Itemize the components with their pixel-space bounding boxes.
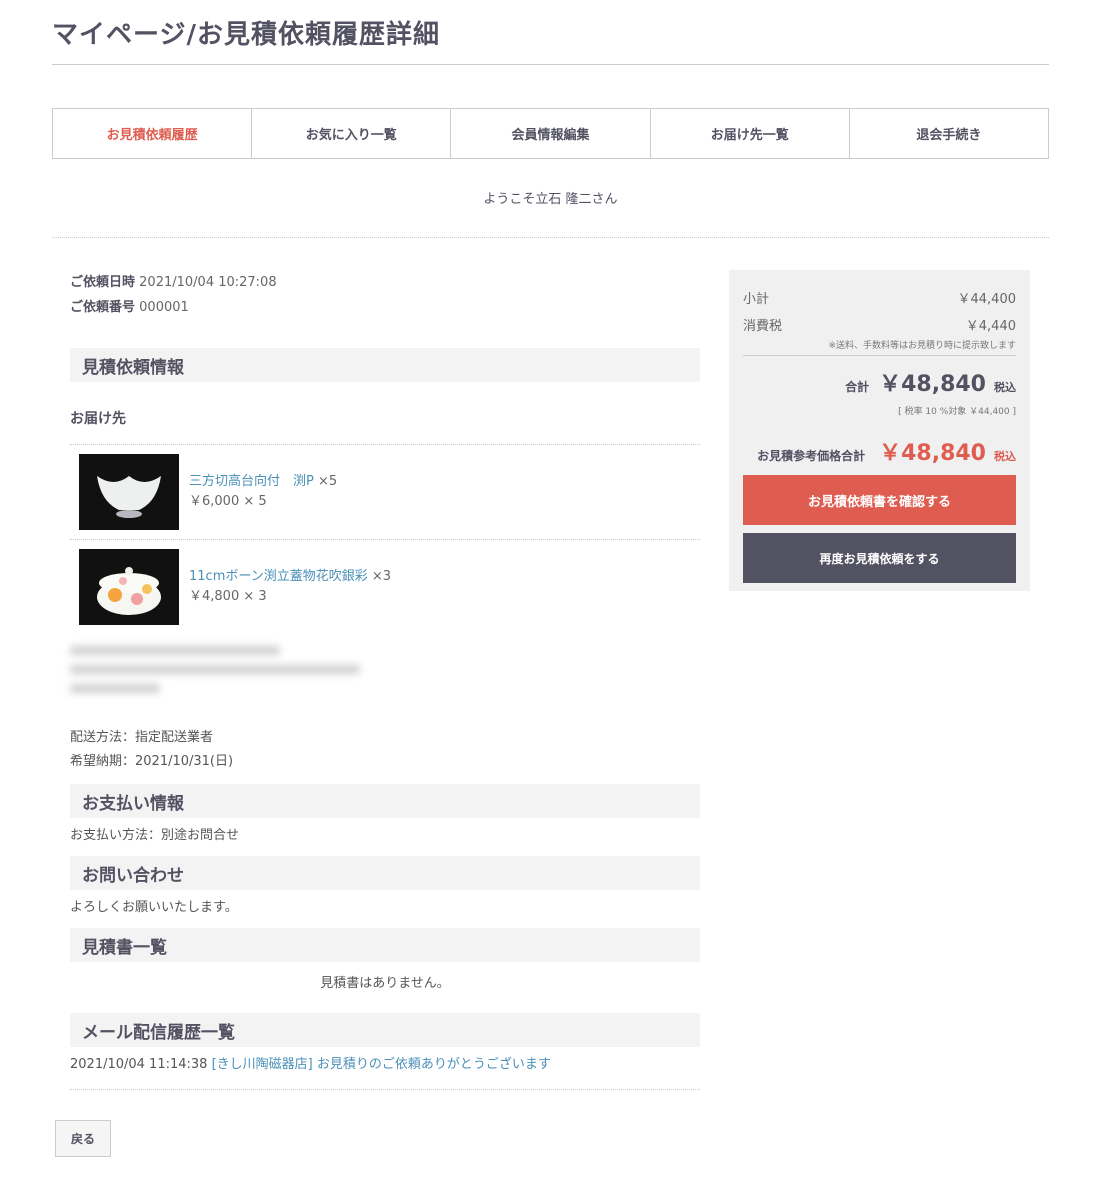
reference-total-label: お見積参考価格合計 — [757, 449, 866, 463]
delivery-heading: お届け先 — [70, 411, 126, 427]
item-title: 11cmボーン渕立蓋物花吹銀彩 ×3 — [189, 567, 391, 587]
summary-panel: 小計 ￥44,400 消費税 ￥4,440 ※送料、手数料等はお見積り時に提示致… — [729, 270, 1030, 591]
item-qty: ×3 — [371, 569, 392, 584]
order-date: ご依頼日時 2021/10/04 10:27:08 — [70, 270, 700, 295]
subtotal-row: 小計 ￥44,400 — [743, 284, 1016, 311]
page-title: マイページ/お見積依頼履歴詳細 — [52, 20, 440, 50]
section-quotes: 見積書一覧 — [70, 928, 700, 962]
quotes-empty-message: 見積書はありません。 — [320, 976, 450, 991]
order-date-label: ご依頼日時 — [70, 275, 136, 290]
delivery-address-redacted — [70, 646, 390, 706]
total-row: 合計 ￥48,840 税込 — [743, 366, 1016, 398]
order-date-value: 2021/10/04 10:27:08 — [139, 275, 277, 290]
tax-row: 消費税 ￥4,440 — [743, 311, 1016, 338]
confirm-estimate-button[interactable]: お見積依頼書を確認する — [743, 475, 1016, 525]
item-info: 11cmボーン渕立蓋物花吹銀彩 ×3 ￥4,800 × 3 — [189, 567, 391, 607]
item-name-link[interactable]: 三方切高台向付 渕P — [189, 474, 314, 489]
item-price: ￥4,800 × 3 — [189, 589, 267, 604]
tax-value: ￥4,440 — [965, 319, 1016, 334]
tax-rate-note: [ 税率 10 %対象 ￥44,400 ] — [898, 407, 1016, 417]
subtotal-value: ￥44,400 — [957, 292, 1017, 307]
delivery-method: 配送方法：指定配送業者 — [70, 730, 214, 745]
welcome-divider — [52, 237, 1049, 238]
section-estimate-info: 見積依頼情報 — [70, 348, 700, 382]
item-info: 三方切高台向付 渕P ×5 ￥6,000 × 5 — [189, 472, 337, 512]
total-tax-in: 税込 — [994, 381, 1016, 394]
item-title: 三方切高台向付 渕P ×5 — [189, 472, 337, 492]
section-payment-info: お支払い情報 — [70, 784, 700, 818]
order-detail: ご依頼日時 2021/10/04 10:27:08 ご依頼番号 000001 見… — [70, 270, 700, 1090]
product-image[interactable] — [79, 549, 179, 625]
back-button[interactable]: 戻る — [55, 1120, 111, 1157]
nav-item-member-edit[interactable]: 会員情報編集 — [450, 109, 649, 158]
mail-subject-link[interactable]: [きし川陶磁器店] お見積りのご依頼ありがとうございます — [212, 1057, 551, 1072]
reference-tax-in: 税込 — [994, 450, 1016, 463]
total-amount: ￥48,840 — [879, 372, 986, 397]
reference-total-amount: ￥48,840 — [879, 441, 986, 466]
welcome-message: ようこそ立石 隆二さん — [483, 192, 618, 207]
mail-history-row: 2021/10/04 11:14:38 [きし川陶磁器店] お見積りのご依頼あり… — [70, 1053, 700, 1077]
item-name-link[interactable]: 11cmボーン渕立蓋物花吹銀彩 — [189, 569, 368, 584]
payment-method: お支払い方法：別途お問合せ — [70, 828, 240, 843]
list-item: 11cmボーン渕立蓋物花吹銀彩 ×3 ￥4,800 × 3 — [70, 540, 700, 634]
list-item: 三方切高台向付 渕P ×5 ￥6,000 × 5 — [70, 445, 700, 539]
product-image[interactable] — [79, 454, 179, 530]
reorder-estimate-button[interactable]: 再度お見積依頼をする — [743, 533, 1016, 583]
nav-item-estimate-history[interactable]: お見積依頼履歴 — [53, 109, 251, 158]
mail-timestamp: 2021/10/04 11:14:38 — [70, 1057, 208, 1072]
subtotal-label: 小計 — [743, 292, 770, 307]
order-number-label: ご依頼番号 — [70, 300, 136, 315]
section-inquiry: お問い合わせ — [70, 856, 700, 890]
mypage-nav: お見積依頼履歴 お気に入り一覧 会員情報編集 お届け先一覧 退会手続き — [52, 108, 1049, 159]
title-divider — [52, 64, 1049, 65]
nav-item-delivery-list[interactable]: お届け先一覧 — [649, 109, 849, 158]
item-qty: ×5 — [317, 474, 338, 489]
nav-item-favorites[interactable]: お気に入り一覧 — [251, 109, 450, 158]
shipping-note: ※送料、手数料等はお見積り時に提示致します — [743, 338, 1016, 356]
order-number-value: 000001 — [139, 300, 189, 315]
tax-label: 消費税 — [743, 319, 783, 334]
nav-item-withdraw[interactable]: 退会手続き — [848, 109, 1048, 158]
item-price: ￥6,000 × 5 — [189, 494, 267, 509]
delivery-date: 希望納期：2021/10/31(日) — [70, 754, 234, 769]
section-mail-history: メール配信履歴一覧 — [70, 1013, 700, 1047]
total-label: 合計 — [845, 380, 870, 394]
inquiry-text: よろしくお願いいたします。 — [70, 900, 238, 915]
order-number: ご依頼番号 000001 — [70, 295, 700, 320]
mail-divider — [70, 1089, 700, 1090]
reference-total-row: お見積参考価格合計 ￥48,840 税込 — [743, 435, 1016, 467]
